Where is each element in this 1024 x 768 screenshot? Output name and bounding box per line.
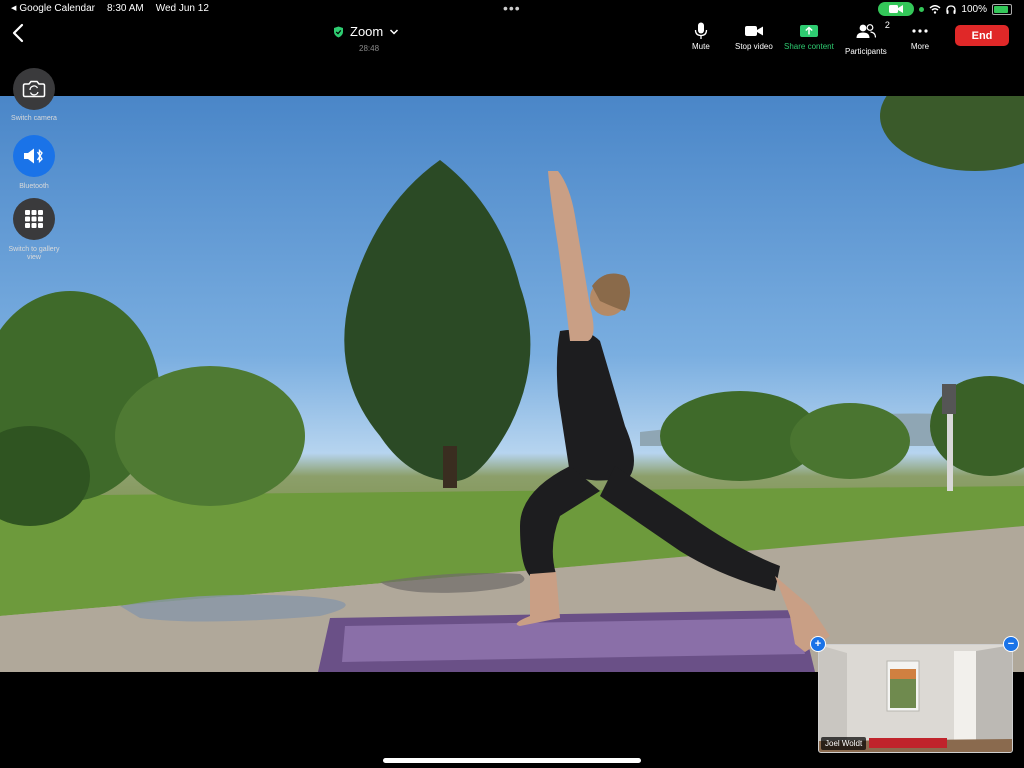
plus-icon: + — [814, 638, 822, 650]
back-icon[interactable] — [8, 22, 30, 44]
headphones-icon — [946, 4, 957, 14]
shield-check-icon — [334, 26, 343, 37]
switch-view-label: Switch to gallery view — [8, 246, 60, 261]
meeting-name: Zoom — [350, 24, 384, 39]
meeting-timer: 28:48 — [359, 44, 380, 53]
thumbnail-video-image — [819, 645, 1012, 752]
mute-button[interactable]: Mute — [692, 22, 710, 51]
participants-label: Participants — [845, 47, 887, 56]
stop-video-button[interactable]: Stop video — [735, 22, 773, 51]
battery-icon — [992, 3, 1012, 15]
main-video-feed[interactable] — [0, 96, 1024, 672]
ellipsis-icon — [912, 29, 928, 33]
participants-button[interactable]: 2 Participants — [845, 20, 890, 56]
minus-icon: − — [1007, 638, 1015, 650]
camera-in-use-indicator — [878, 2, 915, 16]
grid-icon — [25, 210, 43, 228]
microphone-icon — [694, 22, 708, 39]
privacy-dot — [919, 6, 925, 12]
status-date: Wed Jun 12 — [155, 3, 209, 14]
collapse-thumbnail-button[interactable]: − — [1003, 636, 1019, 652]
battery-percent: 100% — [961, 3, 987, 15]
meeting-toolbar: Zoom 28:48 Mute Stop video Share content — [0, 18, 1024, 56]
status-bar: Google Calendar 8:30 AM Wed Jun 12 ••• 1… — [0, 0, 1024, 18]
multitasking-dots-icon[interactable]: ••• — [503, 0, 521, 16]
back-to-app-link[interactable]: Google Calendar — [11, 3, 95, 14]
expand-thumbnail-button[interactable]: + — [810, 636, 826, 652]
thumbnail-name-label: Joel Woldt — [821, 737, 867, 750]
end-meeting-button[interactable]: End — [955, 25, 1009, 46]
chevron-down-icon — [390, 28, 399, 35]
more-label: More — [910, 42, 930, 51]
stop-video-label: Stop video — [735, 42, 773, 51]
bluetooth-label: Bluetooth — [19, 183, 49, 190]
home-indicator[interactable] — [383, 758, 641, 763]
switch-camera-icon — [22, 80, 46, 98]
video-frame-image — [0, 96, 1024, 672]
self-view-thumbnail[interactable]: Joel Woldt — [818, 644, 1013, 753]
switch-camera-label: Switch camera — [11, 115, 57, 122]
mute-label: Mute — [692, 42, 710, 51]
more-button[interactable]: More — [910, 22, 930, 51]
status-time: 8:30 AM — [107, 3, 144, 14]
bluetooth-speaker-icon — [24, 148, 43, 164]
wifi-icon — [929, 4, 941, 14]
meeting-title[interactable]: Zoom — [333, 24, 399, 39]
bluetooth-audio-button[interactable] — [13, 135, 55, 177]
participants-count: 2 — [884, 20, 890, 30]
switch-view-button[interactable] — [13, 198, 55, 240]
switch-camera-button[interactable] — [13, 68, 55, 110]
share-content-label: Share content — [784, 42, 834, 51]
share-screen-icon — [799, 25, 818, 37]
participants-icon — [856, 24, 876, 38]
share-content-button[interactable]: Share content — [784, 22, 834, 51]
video-camera-icon — [744, 26, 763, 36]
